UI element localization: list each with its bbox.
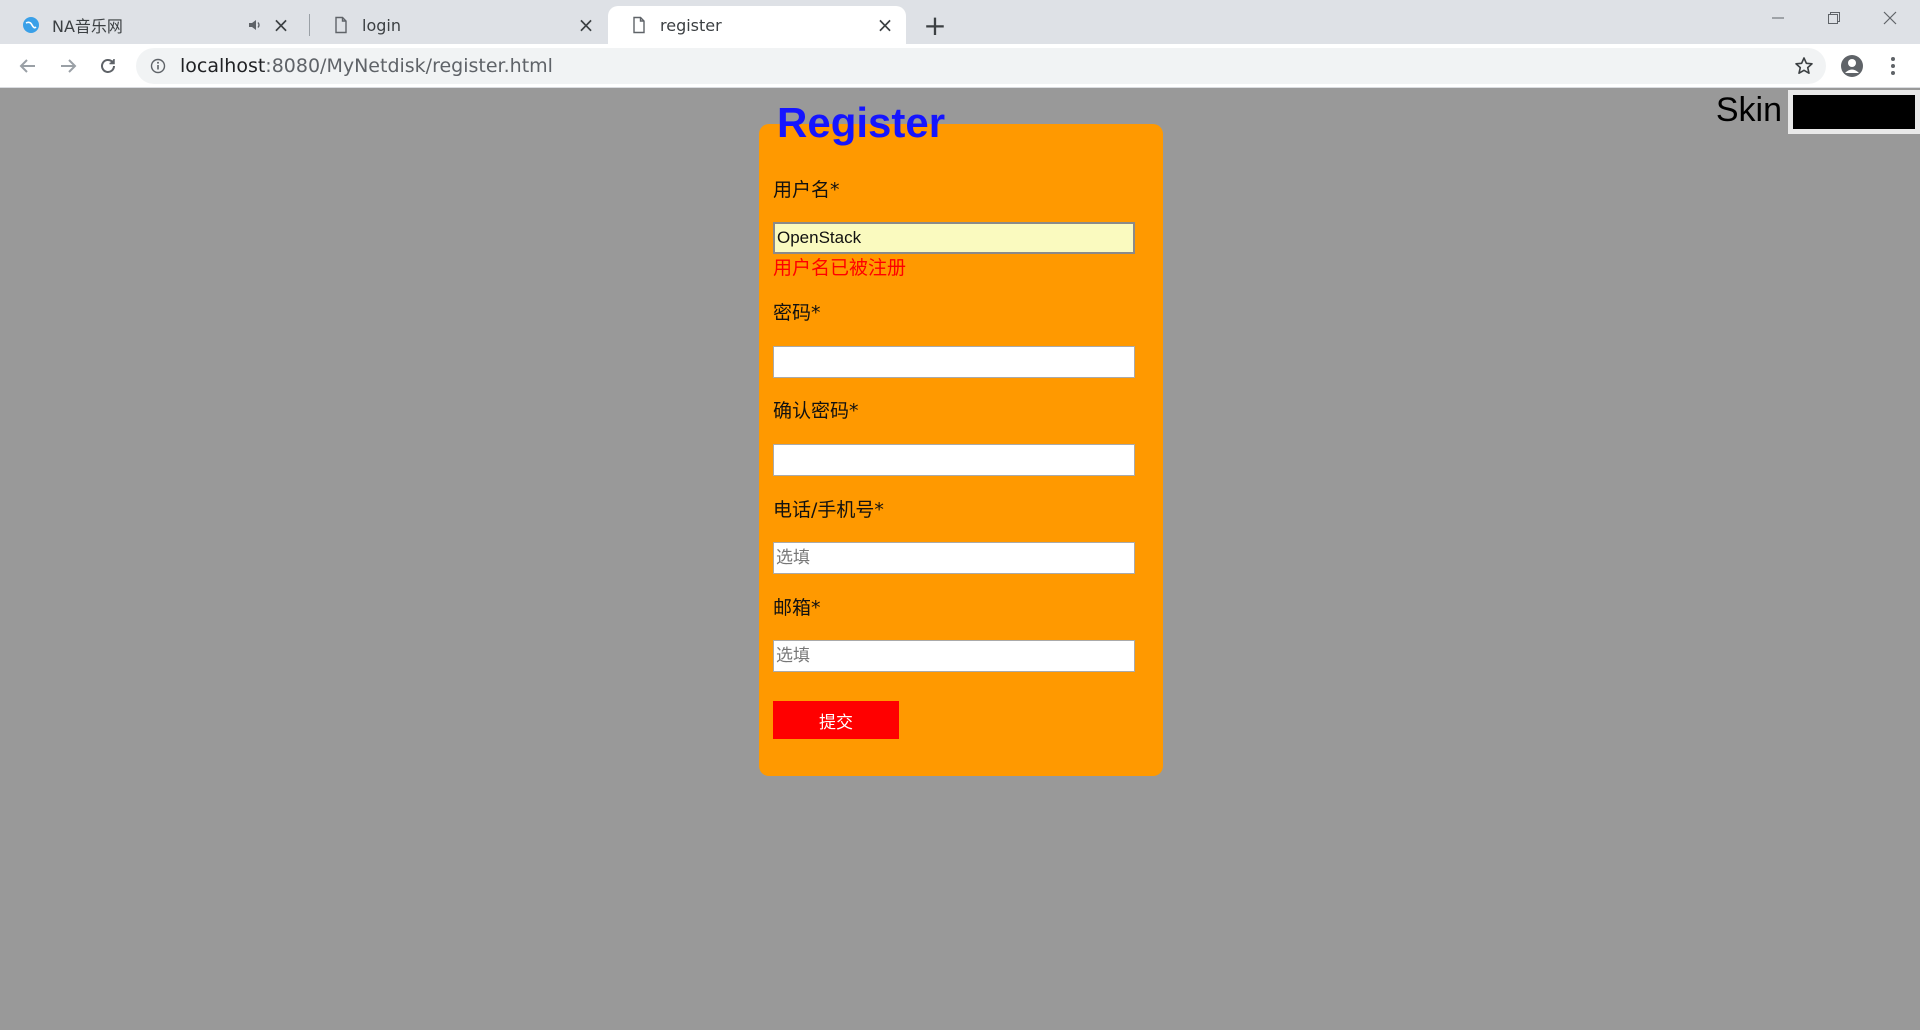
confirm-password-label: 确认密码*: [773, 400, 859, 422]
tab-label: NA音乐网: [52, 17, 123, 36]
confirm-password-input[interactable]: [773, 444, 1135, 476]
forward-button[interactable]: [52, 50, 84, 82]
tab-strip: NA音乐网 × login × register × +: [0, 0, 1920, 44]
minimize-button[interactable]: [1750, 0, 1806, 36]
star-icon[interactable]: [1792, 54, 1816, 78]
tab-login[interactable]: login ×: [310, 6, 607, 44]
tab-na-music[interactable]: NA音乐网 ×: [0, 6, 302, 44]
close-icon[interactable]: ×: [575, 13, 597, 37]
back-button[interactable]: [12, 50, 44, 82]
username-error: 用户名已被注册: [773, 257, 907, 279]
tab-label: login: [362, 15, 401, 35]
account-icon[interactable]: [1836, 50, 1868, 82]
email-input[interactable]: [773, 640, 1135, 672]
menu-icon[interactable]: [1877, 50, 1909, 82]
page-content: Skin Register 用户名* 用户名已被注册 密码* 确认密码* 电话/…: [0, 88, 1920, 1030]
browser-toolbar: localhost:8080/MyNetdisk/register.html: [0, 44, 1920, 88]
url-text: localhost:8080/MyNetdisk/register.html: [180, 55, 553, 77]
password-input[interactable]: [773, 346, 1135, 378]
globe-icon: [22, 16, 40, 34]
reload-button[interactable]: [92, 50, 124, 82]
close-window-button[interactable]: [1862, 0, 1918, 36]
speaker-icon[interactable]: [244, 14, 266, 36]
url-host: localhost: [180, 55, 266, 77]
password-label: 密码*: [773, 302, 821, 324]
email-label: 邮箱*: [773, 597, 821, 619]
submit-button[interactable]: 提交: [773, 701, 899, 739]
username-input[interactable]: [773, 222, 1135, 254]
page-icon: [332, 16, 350, 34]
phone-input[interactable]: [773, 542, 1135, 574]
close-icon[interactable]: ×: [874, 13, 896, 37]
browser-chrome: NA音乐网 × login × register × + localhost:8…: [0, 0, 1920, 88]
username-label: 用户名*: [773, 179, 840, 201]
url-path: :8080/MyNetdisk/register.html: [265, 55, 553, 77]
page-title: Register: [777, 99, 946, 146]
skin-select[interactable]: [1788, 90, 1920, 134]
address-bar[interactable]: localhost:8080/MyNetdisk/register.html: [136, 48, 1826, 84]
info-icon[interactable]: [148, 56, 168, 76]
skin-label: Skin: [1715, 91, 1782, 129]
page-icon: [630, 16, 648, 34]
tab-register[interactable]: register ×: [608, 6, 906, 44]
phone-label: 电话/手机号*: [773, 499, 884, 521]
tab-label: register: [660, 15, 722, 35]
close-icon[interactable]: ×: [270, 13, 292, 37]
skin-color-swatch: [1793, 95, 1915, 129]
new-tab-button[interactable]: +: [918, 8, 952, 42]
restore-button[interactable]: [1806, 0, 1862, 36]
